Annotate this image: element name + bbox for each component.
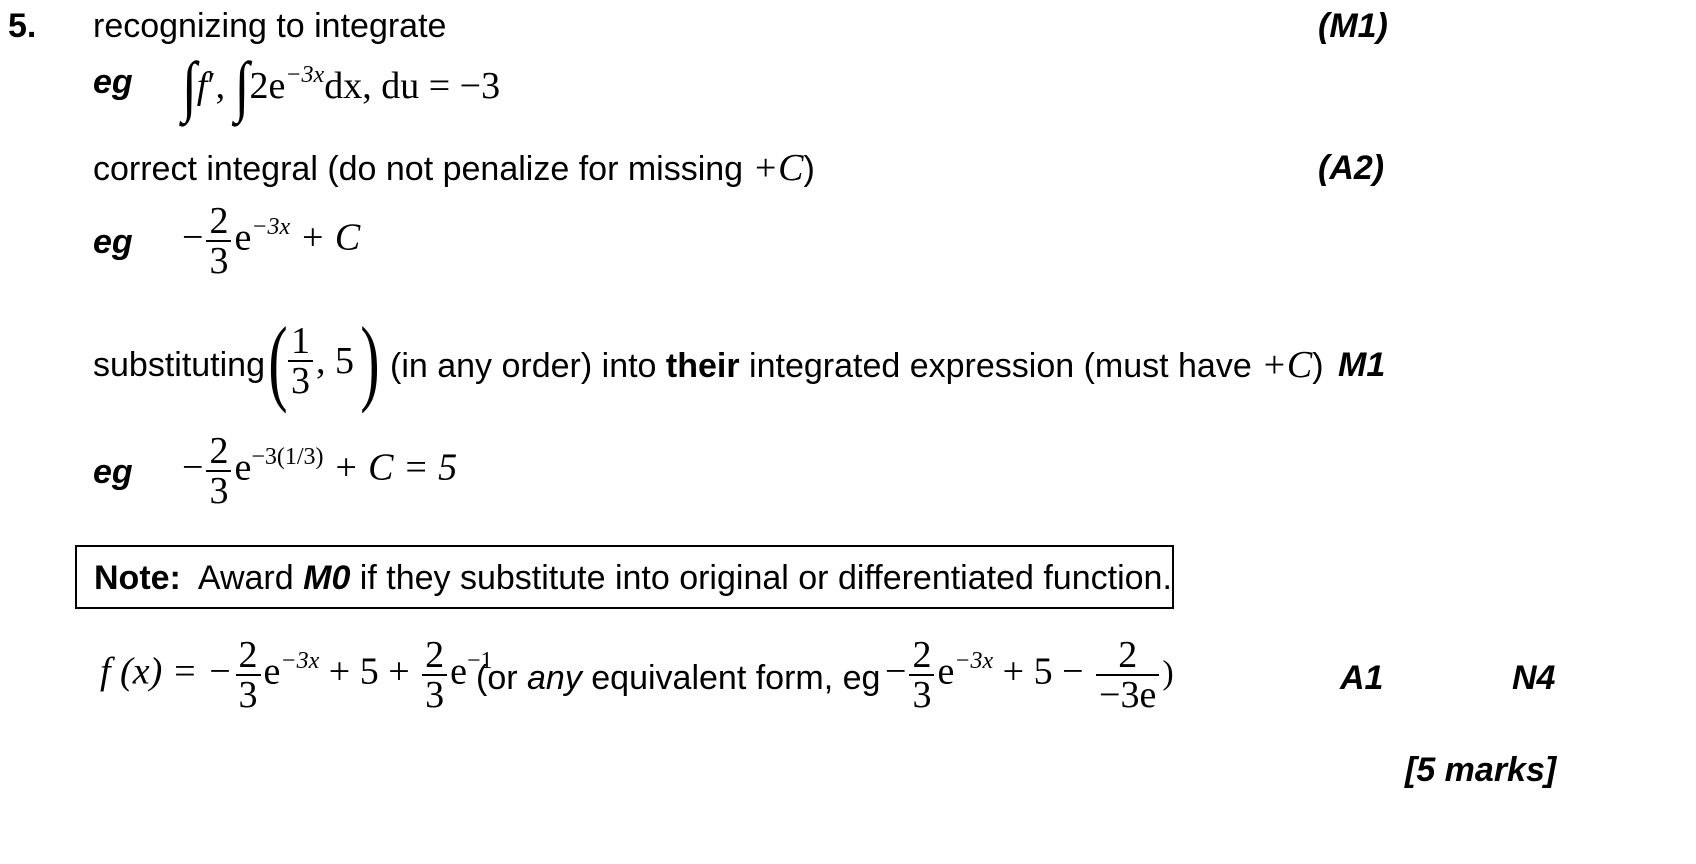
total-marks: [5 marks] [1405, 751, 1557, 789]
step1-expression: ∫f′, ∫2e−3xdx, du = −3 [182, 48, 501, 124]
answer-n-mark: N4 [1512, 659, 1556, 697]
answer-mark: A1 [1340, 659, 1384, 697]
fraction: 23 [422, 636, 448, 714]
step1-text: recognizing to integrate [93, 7, 447, 45]
step3-text: (in any order) into their integrated exp… [390, 344, 1324, 386]
answer-expression: f (x) = −2 3 e−3x + 5 + 2 3 e−1 [100, 634, 493, 716]
step3-eg: eg [93, 453, 133, 491]
step3-text-before: substituting [93, 346, 265, 384]
note-text: Note: Award M0 if they substitute into o… [94, 559, 1172, 597]
markscheme-page: { "question": { "number": "5.", "marks_t… [0, 0, 1696, 864]
integral-sign: ∫ [182, 48, 197, 124]
integral-sign: ∫ [234, 48, 250, 124]
answer-alt-expression: −2 3 e−3x + 5 − 2 −3e) [885, 634, 1174, 716]
step3-point: (1 3, 5) [268, 307, 380, 414]
answer-note: (or any equivalent form, eg [476, 659, 881, 697]
step2-expression: −2 3 e−3x + C [182, 200, 361, 282]
step2-text: correct integral (do not penalize for mi… [93, 147, 815, 189]
step3-expression: −2 3 e−3(1/3) + C = 5 [182, 430, 458, 512]
fraction: 13 [287, 322, 313, 400]
fraction: 2 −3e [1096, 636, 1160, 714]
question-number: 5. [8, 7, 37, 45]
fraction: 23 [909, 636, 935, 714]
fraction: 23 [206, 202, 232, 280]
step1-mark: (M1) [1318, 7, 1388, 45]
step3-mark: M1 [1338, 346, 1386, 384]
fraction: 23 [235, 636, 261, 714]
note-box: Note: Award M0 if they substitute into o… [75, 545, 1174, 609]
fraction: 23 [206, 432, 232, 510]
step1-eg: eg [93, 63, 133, 101]
step2-mark: (A2) [1318, 149, 1385, 187]
step2-eg: eg [93, 223, 133, 261]
